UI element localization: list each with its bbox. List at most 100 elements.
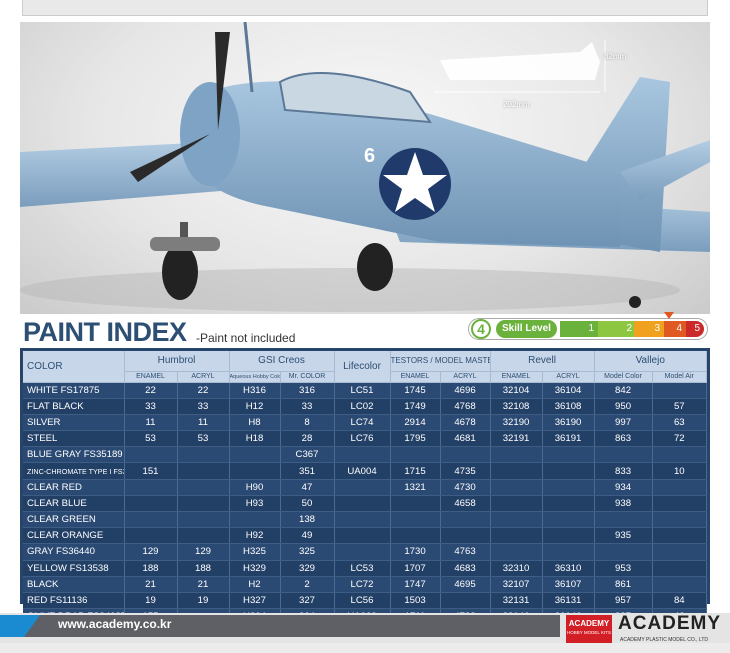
front-wheel	[162, 244, 198, 300]
logo-badge-sub: HOBBY MODEL KITS	[566, 630, 611, 635]
paint-code-cell: 138	[280, 511, 335, 529]
paint-code-cell: 4763	[440, 543, 491, 561]
paint-code-cell	[334, 446, 391, 464]
paint-code-cell: H2	[229, 576, 281, 593]
col-revell: Revell	[490, 351, 595, 372]
paint-code-cell: 36131	[542, 592, 595, 610]
paint-code-cell: LC51	[334, 382, 391, 399]
paint-code-cell: 57	[652, 398, 708, 415]
paint-code-cell: 21	[124, 576, 178, 593]
tail-wheel	[629, 296, 641, 308]
paint-code-cell: 32104	[490, 382, 543, 399]
fuselage-number: 6	[364, 145, 375, 167]
footer-bottom	[0, 643, 730, 653]
color-name-cell: WHITE FS17875	[23, 382, 125, 399]
paint-code-cell: 1747	[390, 576, 441, 593]
paint-code-cell: H329	[229, 560, 281, 577]
paint-code-cell: 47	[280, 479, 335, 496]
paint-code-cell: 129	[177, 543, 230, 561]
paint-code-cell: 36191	[542, 430, 595, 448]
paint-code-cell	[390, 446, 441, 464]
paint-code-cell	[334, 511, 391, 529]
paint-code-cell: 21	[177, 576, 230, 593]
paint-code-cell: H92	[229, 527, 281, 545]
bomb	[150, 237, 220, 251]
color-name-cell: CLEAR ORANGE	[23, 527, 125, 545]
sub-gsi-mr: Mr. COLOR	[280, 371, 335, 383]
skill-level-indicator: 4 Skill Level 1 2 3 4 5	[468, 312, 708, 340]
paint-code-cell: 842	[594, 382, 653, 399]
paint-code-cell: 36108	[542, 398, 595, 415]
skill-level-number: 4	[471, 319, 491, 339]
color-name-cell: CLEAR GREEN	[23, 511, 125, 529]
paint-code-cell	[652, 382, 708, 399]
color-name-cell: FLAT BLACK	[23, 398, 125, 415]
academy-logo-sub: ACADEMY PLASTIC MODEL CO., LTD	[620, 637, 708, 643]
sub-vallejo-model-air: Model Air	[652, 371, 708, 383]
paint-code-cell	[652, 511, 708, 529]
rear-wheel	[357, 243, 393, 291]
paint-table-container: COLOR Humbrol GSI Creos Lifecolor TESTOR…	[20, 348, 710, 626]
paint-index-title: PAINT INDEX	[23, 317, 187, 347]
table-row: BLACK 21 21 H2 2 LC72 1747 4695 32107 36107 861	[23, 576, 708, 593]
table-row: FLAT BLACK 33 33 H12 33 LC02 1749 4768 32108 3610…	[23, 398, 708, 415]
paint-code-cell: 327	[280, 592, 335, 610]
paint-code-cell: H18	[229, 430, 281, 448]
paint-code-cell	[229, 511, 281, 529]
paint-code-cell	[490, 462, 543, 480]
paint-code-cell: H325	[229, 543, 281, 561]
table-row: WHITE FS17875 22 22 H316 316 LC51 1745 4696 3210…	[23, 382, 708, 399]
skill-marker-icon	[664, 312, 674, 319]
paint-code-cell	[440, 511, 491, 529]
paint-code-cell	[177, 479, 230, 496]
table-row: BLUE GRAY FS35189 C367	[23, 446, 708, 464]
paint-index-header: PAINT INDEX -Paint not included 4 Skill …	[20, 312, 710, 348]
paint-code-cell: 32131	[490, 592, 543, 610]
paint-code-cell: 4768	[440, 398, 491, 415]
paint-code-cell: LC53	[334, 560, 391, 577]
paint-code-cell: 2914	[390, 414, 441, 432]
paint-code-cell	[652, 527, 708, 545]
paint-code-cell: 935	[594, 527, 653, 545]
skill-seg-2: 2	[598, 321, 636, 337]
paint-code-cell: 36104	[542, 382, 595, 399]
paint-code-cell	[490, 511, 543, 529]
color-name-cell: SILVER	[23, 414, 125, 432]
width-dimension: 202mm	[503, 100, 530, 109]
paint-code-cell	[177, 446, 230, 464]
table-row: CLEAR RED H90 47 1321 4730 934	[23, 479, 708, 496]
paint-code-cell: LC76	[334, 430, 391, 448]
paint-code-cell	[177, 495, 230, 513]
paint-code-cell: LC56	[334, 592, 391, 610]
paint-code-cell: LC72	[334, 576, 391, 593]
paint-code-cell: 997	[594, 414, 653, 432]
paint-code-cell	[124, 527, 178, 545]
paint-code-cell: 19	[124, 592, 178, 610]
paint-code-cell: C367	[280, 446, 335, 464]
paint-code-cell: 33	[280, 398, 335, 415]
paint-code-cell: 8	[280, 414, 335, 432]
table-row: ZINC-CHROMATE TYPE I FS34151151351UA0041…	[23, 462, 708, 480]
color-name-cell: STEEL	[23, 430, 125, 448]
paint-code-cell: 32107	[490, 576, 543, 593]
paint-code-cell: 33	[124, 398, 178, 415]
paint-code-cell: 1503	[390, 592, 441, 610]
aircraft-illustration: 6	[20, 22, 710, 312]
paint-table-body: WHITE FS17875 22 22 H316 316 LC51 1745 4696 3210…	[23, 382, 708, 626]
paint-code-cell	[334, 543, 391, 561]
paint-code-cell: 316	[280, 382, 335, 399]
dimension-silhouette-icon	[434, 40, 606, 93]
paint-code-cell: H8	[229, 414, 281, 432]
paint-code-cell: H327	[229, 592, 281, 610]
sub-revell-enamel: ENAMEL	[490, 371, 543, 383]
height-dimension: 82mm	[604, 52, 627, 61]
paint-code-cell: 4696	[440, 382, 491, 399]
paint-code-cell: 151	[124, 462, 178, 480]
paint-code-cell: 1745	[390, 382, 441, 399]
sub-humbrol-acryl: ACRYL	[177, 371, 230, 383]
website-link[interactable]: www.academy.co.kr	[58, 617, 171, 631]
previous-image-edge	[22, 0, 708, 16]
paint-code-cell	[334, 479, 391, 496]
sub-humbrol-enamel: ENAMEL	[124, 371, 178, 383]
paint-code-cell: 863	[594, 430, 653, 448]
